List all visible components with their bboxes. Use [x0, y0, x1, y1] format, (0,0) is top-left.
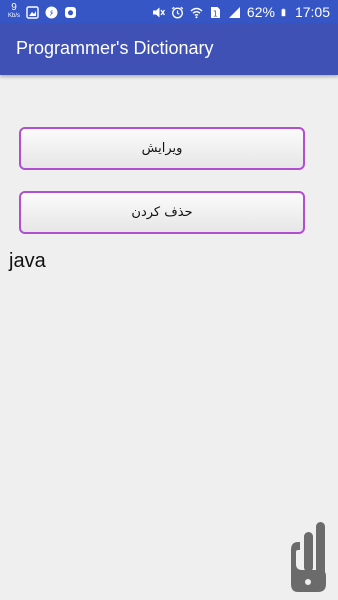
camera-app-icon — [65, 6, 77, 18]
signal-icon — [228, 6, 240, 18]
word-title: java — [9, 250, 46, 272]
status-bar: 9 Kb/s ۶ 1 62% 17:05 — [0, 0, 338, 24]
mute-icon — [152, 7, 165, 17]
svg-text:1: 1 — [213, 9, 218, 18]
image-icon — [26, 5, 39, 19]
edit-button-label: ویرایش — [141, 141, 183, 156]
network-speed-value: 9 — [11, 2, 17, 13]
delete-button-label: حذف کردن — [131, 205, 193, 220]
app-bar: Programmer's Dictionary — [0, 24, 338, 75]
status-bar-right: 1 62% 17:05 — [152, 2, 330, 22]
edit-button[interactable]: ویرایش — [19, 127, 305, 170]
status-bar-left: 9 Kb/s ۶ — [8, 2, 77, 22]
network-speed-unit: Kb/s — [8, 13, 21, 19]
app-logo-icon — [291, 522, 326, 592]
delete-button[interactable]: حذف کردن — [19, 191, 305, 234]
wifi-icon — [190, 7, 203, 18]
network-speed: 9 Kb/s — [8, 2, 21, 20]
svg-text:۶: ۶ — [49, 8, 53, 17]
battery-percent: 62% — [246, 4, 275, 20]
alarm-icon — [171, 6, 184, 18]
notification-badge-icon: ۶ — [45, 6, 58, 18]
sim-1-icon: 1 — [210, 6, 220, 18]
status-time: 17:05 — [294, 4, 330, 20]
battery-icon — [281, 8, 286, 16]
app-title: Programmer's Dictionary — [16, 38, 214, 58]
